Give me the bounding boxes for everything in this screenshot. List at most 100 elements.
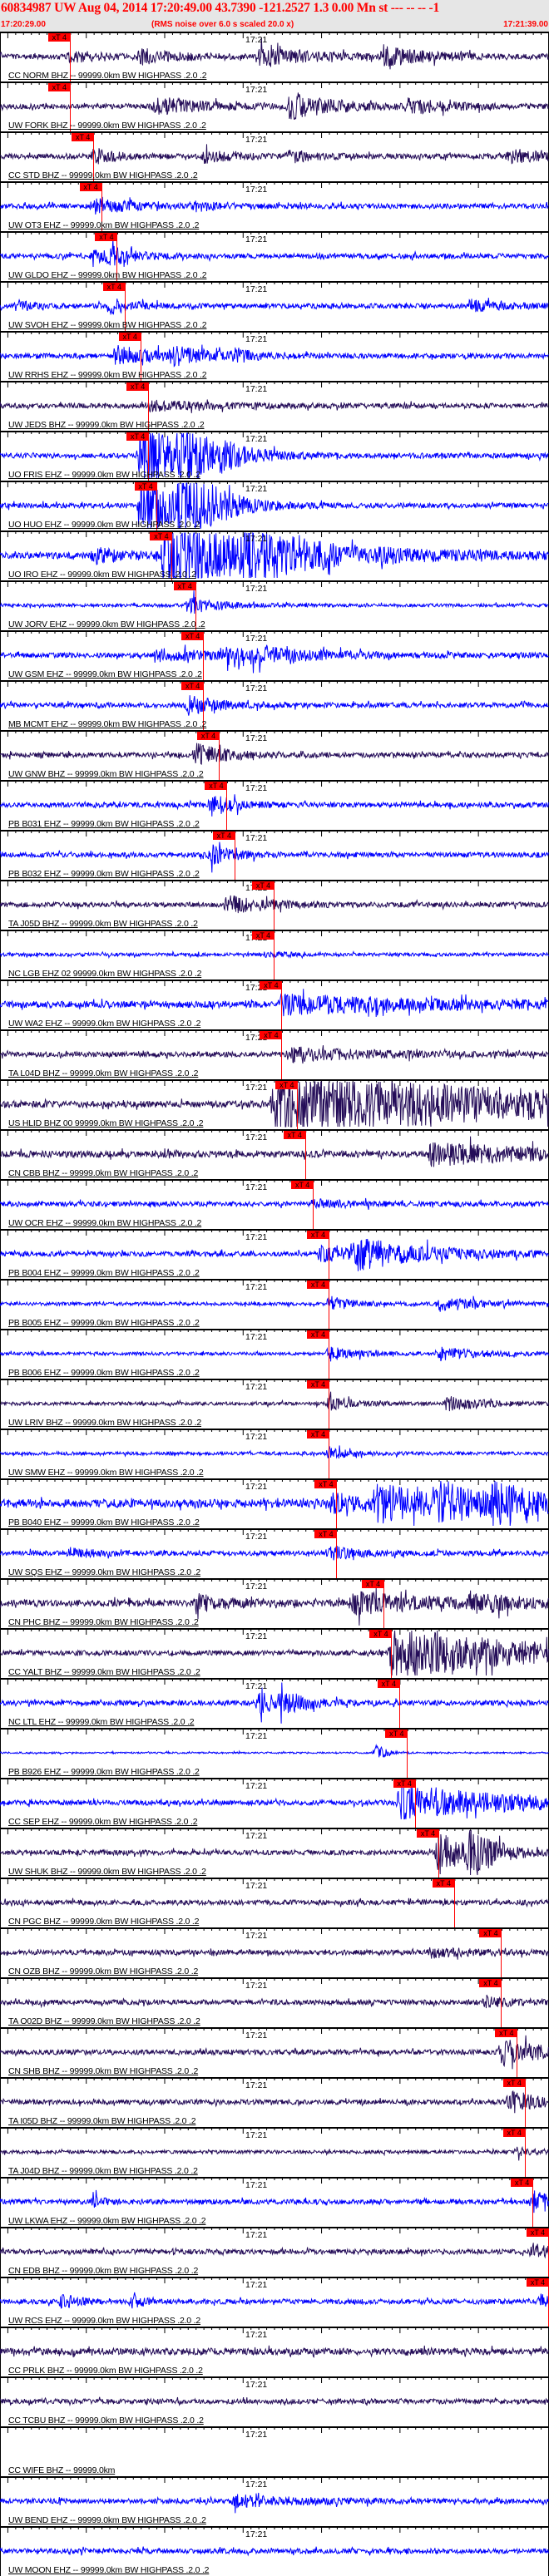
trace-panel: 17:21 CC TCBU BHZ -- 99999.0km BW HIGHPAS… (0, 2376, 549, 2426)
minute-tick-label: 17:21 (245, 2230, 268, 2240)
phase-pick-marker[interactable]: xT 4 (307, 1281, 329, 1289)
waveform-trace (0, 841, 549, 873)
minute-tick-label: 17:21 (245, 634, 268, 644)
station-channel-label: UW WA2 EHZ -- 99999.0km BW HIGHPASS .2.0… (8, 1019, 201, 1029)
phase-pick-marker[interactable]: xT 4 (150, 532, 173, 540)
phase-pick-marker[interactable]: xT 4 (181, 682, 205, 690)
phase-pick-marker[interactable]: xT 4 (417, 1829, 439, 1838)
phase-pick-marker[interactable]: xT 4 (393, 1779, 416, 1788)
phase-pick-marker[interactable]: xT 4 (118, 333, 141, 341)
phase-pick-marker[interactable]: xT 4 (126, 382, 150, 391)
station-channel-label: UW LRIV BHZ -- 99999.0km BW HIGHPASS .2.… (8, 1418, 201, 1428)
waveform-trace (0, 239, 549, 268)
station-channel-label: CN SHB BHZ -- 99999.0km BW HIGHPASS .2.0… (8, 2066, 199, 2076)
phase-pick-marker[interactable]: xT 4 (95, 233, 118, 241)
trace-panel: 17:21 xT 4 UW LRIV BHZ -- 99999.0km BW HIG… (0, 1379, 549, 1429)
station-channel-label: UW SQS EHZ -- 99999.0km BW HIGHPASS .2.0… (8, 1567, 201, 1577)
phase-pick-marker[interactable]: xT 4 (495, 2029, 518, 2037)
phase-pick-marker[interactable]: xT 4 (527, 2278, 549, 2287)
trace-panel: 17:21 xT 4 CN PHC BHZ -- 99999.0km BW HIGH… (0, 1578, 549, 1628)
event-header: 60834987 UW Aug 04, 2014 17:20:49.00 43.… (0, 0, 549, 32)
window-start-time: 17:20:29.00 (1, 20, 46, 29)
phase-pick-marker[interactable]: xT 4 (511, 2179, 534, 2187)
trace-panel: 17:21xT 4TA J05D BHZ -- 99999.0km BW HIG… (0, 880, 549, 930)
phase-pick-marker[interactable]: xT 4 (314, 1530, 338, 1538)
trace-panel: 17:21 xT 4 US HLID BHZ 00 99999.0km BW HIG… (0, 1079, 549, 1129)
minute-tick-label: 17:21 (245, 85, 268, 95)
phase-pick-marker[interactable]: xT 4 (502, 2079, 526, 2087)
phase-pick-marker[interactable]: xT 4 (205, 782, 228, 790)
waveform-trace (0, 298, 549, 316)
phase-pick-marker[interactable]: xT 4 (377, 1680, 400, 1688)
phase-pick-marker[interactable]: xT 4 (385, 1730, 408, 1738)
phase-pick-marker[interactable]: xT 4 (47, 33, 71, 42)
phase-pick-marker[interactable]: xT 4 (102, 283, 126, 291)
waveform-trace (0, 743, 549, 765)
phase-pick-marker[interactable]: xT 4 (197, 732, 220, 740)
waveform-trace (0, 1238, 549, 1271)
phase-pick-marker[interactable]: xT 4 (283, 1131, 306, 1139)
phase-pick-marker[interactable]: xT 4 (527, 2228, 549, 2237)
phase-pick-marker[interactable]: xT 4 (307, 1380, 329, 1389)
phase-pick-marker[interactable]: xT 4 (307, 1430, 329, 1439)
waveform-trace (0, 2546, 549, 2557)
waveform-trace (0, 1780, 549, 1820)
phase-pick-marker[interactable]: xT 4 (47, 83, 71, 91)
trace-panel: 17:21 xT 4 NC LTL EHZ -- 99999.0km BW HIGH… (0, 1678, 549, 1728)
phase-pick-marker[interactable]: xT 4 (181, 632, 205, 640)
minute-tick-label: 17:21 (245, 2330, 268, 2340)
phase-pick-line (281, 981, 283, 1029)
station-channel-label: UW OT3 EHZ -- 99999.0km BW HIGHPASS .2.0… (8, 220, 200, 230)
phase-pick-marker[interactable]: xT 4 (479, 1929, 502, 1937)
phase-pick-line (219, 732, 220, 780)
phase-pick-marker[interactable]: xT 4 (134, 482, 157, 491)
station-channel-label: CC PRLK BHZ -- 99999.0km BW HIGHPASS .2.… (8, 2366, 203, 2376)
trace-panel: 17:21 xT 4 PB B005 EHZ -- 99999.0km BW HIG… (0, 1279, 549, 1329)
phase-pick-marker[interactable]: xT 4 (369, 1630, 393, 1638)
station-channel-label: TA J05D BHZ -- 99999.0km BW HIGHPASS .2.… (8, 919, 198, 929)
phase-pick-marker[interactable]: xT 4 (291, 1181, 314, 1189)
phase-pick-marker[interactable]: xT 4 (126, 432, 150, 441)
station-channel-label: CN EDB BHZ -- 99999.0km BW HIGHPASS .2.0… (8, 2266, 199, 2276)
station-channel-label: CC WIFE BHZ -- 99999.0km (8, 2465, 116, 2475)
station-channel-label: PB B005 EHZ -- 99999.0km BW HIGHPASS .2.… (8, 1318, 200, 1328)
minute-tick-label: 17:21 (245, 135, 268, 145)
phase-pick-marker[interactable]: xT 4 (212, 832, 235, 840)
minute-tick-label: 17:21 (245, 284, 268, 294)
trace-panel: 17:21 xT 4 PB B040 EHZ -- 99999.0km BW HIG… (0, 1478, 549, 1528)
minute-tick-label: 17:21 (245, 1831, 268, 1841)
phase-pick-marker[interactable]: xT 4 (307, 1330, 329, 1339)
station-channel-label: UW GSM EHZ -- 99999.0km BW HIGHPASS .2.0… (8, 669, 202, 679)
phase-pick-marker[interactable]: xT 4 (72, 133, 95, 141)
phase-pick-marker[interactable]: xT 4 (502, 2129, 526, 2137)
phase-pick-marker[interactable]: xT 4 (252, 931, 274, 940)
waveform-trace (0, 1346, 549, 1362)
trace-panel: 17:21 xT 4 CC SEP EHZ -- 99999.0km BW HIGH… (0, 1778, 549, 1828)
phase-pick-marker[interactable]: xT 4 (260, 981, 283, 989)
trace-panel: 17:21 xT 4 UW OT3 EHZ -- 99999.0km BW HIGH… (0, 181, 549, 231)
minute-tick-label: 17:21 (245, 1731, 268, 1741)
phase-pick-marker[interactable]: xT 4 (260, 1031, 283, 1039)
minute-tick-label: 17:21 (245, 1083, 268, 1093)
minute-tick-label: 17:21 (245, 2529, 268, 2539)
phase-pick-marker[interactable]: xT 4 (275, 1081, 299, 1089)
phase-pick-marker[interactable]: xT 4 (173, 582, 196, 590)
phase-pick-marker[interactable]: xT 4 (432, 1879, 455, 1888)
station-channel-label: CC NORM BHZ -- 99999.0km BW HIGHPASS .2.… (8, 71, 207, 81)
trace-panel: 17:21 xT 4 UW FORK BHZ -- 99999.0km BW HIG… (0, 81, 549, 131)
station-channel-label: UW MOON EHZ -- 99999.0km BW HIGHPASS .2.… (8, 2565, 210, 2575)
phase-pick-marker[interactable]: xT 4 (362, 1580, 384, 1588)
phase-pick-line (524, 2129, 526, 2177)
station-channel-label: CC SEP EHZ -- 99999.0km BW HIGHPASS .2.0… (8, 1817, 198, 1827)
phase-pick-marker[interactable]: xT 4 (252, 881, 274, 890)
phase-pick-line (414, 1779, 416, 1828)
minute-tick-label: 17:21 (245, 2031, 268, 2041)
phase-pick-marker[interactable]: xT 4 (307, 1231, 329, 1239)
phase-pick-marker[interactable]: xT 4 (314, 1480, 338, 1488)
station-channel-label: PB B006 EHZ -- 99999.0km BW HIGHPASS .2.… (8, 1368, 200, 1378)
minute-tick-label: 17:21 (245, 2130, 268, 2140)
phase-pick-line (281, 1031, 283, 1079)
phase-pick-marker[interactable]: xT 4 (79, 183, 102, 191)
phase-pick-marker[interactable]: xT 4 (479, 1979, 502, 1987)
minute-tick-label: 17:21 (245, 1881, 268, 1891)
